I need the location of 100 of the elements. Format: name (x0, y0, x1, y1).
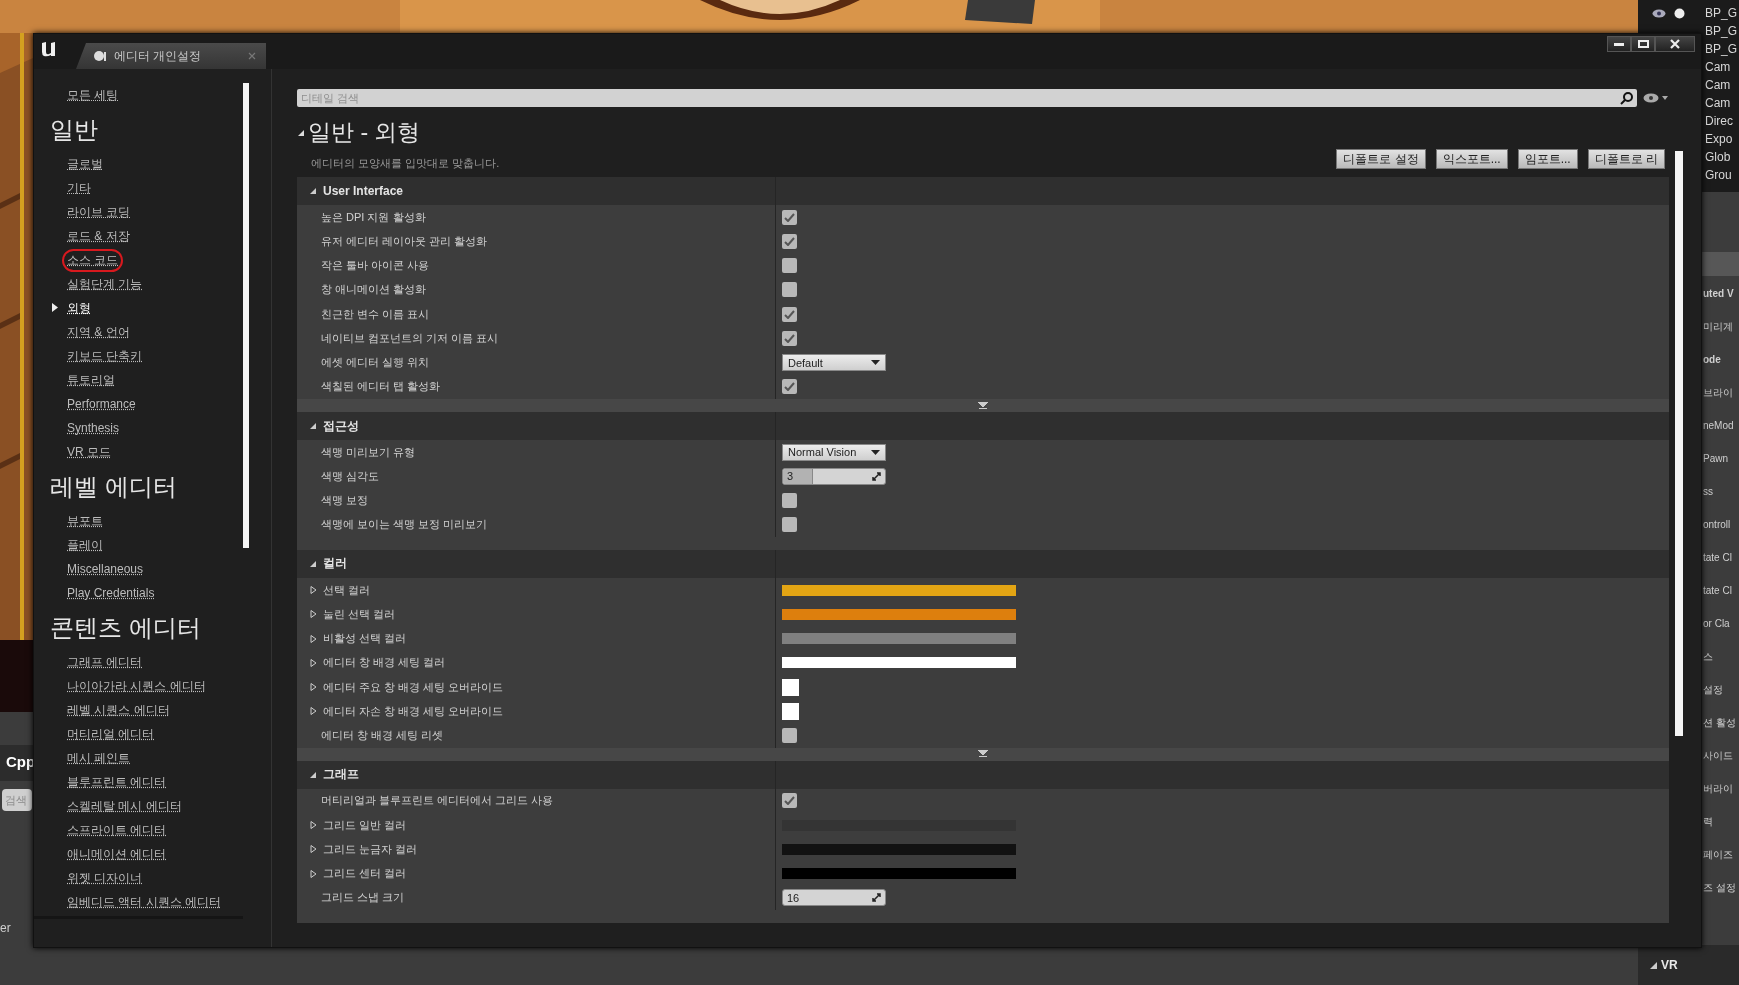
outliner-item[interactable]: Cam (1705, 60, 1739, 74)
color-swatch[interactable] (782, 702, 799, 720)
sidebar-link[interactable]: 블루프린트 에디터 (62, 770, 172, 794)
checkbox[interactable] (782, 793, 797, 809)
toolbar-button[interactable]: 디폴트로 리 (1587, 149, 1665, 169)
color-bar[interactable] (782, 657, 1016, 669)
number-spinner[interactable]: 3 (782, 467, 886, 485)
property-label: 그리드 일반 컬러 (323, 817, 407, 833)
sidebar-link[interactable]: 지역 & 언어 (62, 320, 135, 344)
collapse-triangle-icon[interactable] (309, 186, 317, 195)
toolbar-button[interactable]: 익스포트... (1435, 149, 1508, 169)
sidebar-link[interactable]: 외형 (62, 296, 96, 320)
expand-triangle-icon[interactable] (309, 586, 317, 594)
sidebar-link[interactable]: 그래프 에디터 (62, 650, 148, 674)
color-bar[interactable] (782, 584, 1016, 596)
collapse-triangle-icon[interactable] (309, 422, 317, 430)
sidebar-link[interactable]: 라이브 코딩 (62, 200, 136, 224)
sidebar-link[interactable]: Performance (62, 394, 141, 414)
checkbox[interactable] (782, 379, 797, 395)
expand-triangle-icon[interactable] (309, 869, 317, 878)
sidebar-link[interactable]: 소스 코드 (62, 248, 124, 272)
number-spinner[interactable]: 16 (782, 889, 886, 907)
outliner-item[interactable]: BP_G (1705, 6, 1739, 20)
sidebar-link[interactable]: 실험단계 기능 (62, 272, 148, 296)
checkbox[interactable] (782, 306, 797, 322)
toolbar-button[interactable]: 임포트... (1517, 149, 1578, 169)
collapse-triangle-icon[interactable] (309, 559, 317, 568)
sidebar-link[interactable]: 스켈레탈 메시 에디터 (62, 794, 187, 818)
collapse-triangle-icon[interactable] (309, 770, 317, 779)
outliner-item[interactable]: Glob (1705, 150, 1739, 164)
eye-icon[interactable] (1652, 8, 1666, 18)
sidebar-link[interactable]: Synthesis (62, 418, 125, 438)
outliner-item[interactable]: Expo (1705, 132, 1739, 146)
search-field[interactable]: 디테일 검색 (297, 89, 1637, 107)
sidebar-link[interactable]: 스프라이트 에디터 (62, 818, 172, 842)
sidebar-link[interactable]: 튜토리얼 (62, 368, 120, 392)
collapse-triangle-icon[interactable] (1650, 961, 1657, 969)
expand-triangle-icon[interactable] (309, 821, 317, 830)
dropdown[interactable]: Default (782, 354, 886, 372)
checkbox[interactable] (782, 233, 797, 249)
sidebar-link[interactable]: Miscellaneous (62, 559, 149, 579)
sidebar-link[interactable]: 키보드 단축키 (62, 344, 148, 368)
sidebar-link[interactable]: 위젯 디자이너 (62, 866, 148, 890)
sidebar-link[interactable]: 뷰포트 (62, 509, 108, 533)
outliner-item[interactable]: Direc (1705, 114, 1739, 128)
checkbox[interactable] (782, 728, 797, 744)
expand-arrow-icon[interactable] (978, 401, 988, 410)
checkbox[interactable] (782, 517, 797, 533)
sidebar-link[interactable]: 글로벌 (62, 152, 108, 176)
sidebar-link[interactable]: 나이아가라 시퀀스 에디터 (62, 674, 211, 698)
eye-icon[interactable] (1643, 93, 1669, 103)
sidebar-link[interactable]: 로드 & 저장 (62, 224, 135, 248)
sidebar-link[interactable]: Play Credentials (62, 583, 160, 603)
expand-triangle-icon[interactable] (309, 845, 317, 854)
maximize-button[interactable] (1631, 36, 1655, 52)
checkbox[interactable] (782, 282, 797, 298)
outliner-item[interactable]: Cam (1705, 78, 1739, 92)
checkbox[interactable] (782, 258, 797, 274)
color-bar[interactable] (782, 608, 1016, 620)
scrollbar-thumb[interactable] (243, 83, 249, 548)
sidebar-link[interactable]: 메시 페인트 (62, 746, 136, 770)
expand-triangle-icon[interactable] (309, 707, 317, 716)
sidebar-link[interactable]: 레벨 시퀀스 에디터 (62, 698, 175, 722)
checkbox[interactable] (782, 493, 797, 509)
section-title[interactable]: 접근성 (323, 417, 359, 435)
section-title[interactable]: User Interface (323, 183, 404, 198)
property-label: 친근한 변수 이름 표시 (321, 306, 430, 322)
checkbox[interactable] (782, 330, 797, 346)
color-bar[interactable] (782, 843, 1016, 855)
expand-triangle-icon[interactable] (309, 610, 317, 619)
toolbar-button[interactable]: 디폴트로 설정 (1336, 149, 1426, 169)
dropdown[interactable]: Normal Vision (782, 443, 886, 461)
collapse-triangle-icon[interactable] (297, 128, 305, 137)
checkbox[interactable] (782, 209, 797, 225)
outliner-item[interactable]: BP_G (1705, 24, 1739, 38)
search-icon[interactable] (1620, 92, 1633, 105)
outliner-item[interactable]: BP_G (1705, 42, 1739, 56)
outliner-item[interactable]: Cam (1705, 96, 1739, 110)
color-swatch[interactable] (782, 678, 799, 696)
minimize-button[interactable] (1607, 36, 1631, 52)
sidebar-link[interactable]: 임베디드 액터 시퀀스 에디터 (62, 890, 226, 914)
selected-arrow-icon (52, 303, 58, 312)
color-bar[interactable] (782, 633, 1016, 645)
expand-triangle-icon[interactable] (309, 658, 317, 667)
sidebar-link[interactable]: 플레이 (62, 533, 108, 557)
sidebar-link[interactable]: 모든 세팅 (62, 83, 124, 107)
color-bar[interactable] (782, 868, 1016, 880)
close-button[interactable] (1655, 36, 1695, 52)
window-tab[interactable]: 에디터 개인설정 (76, 43, 266, 69)
sidebar-link[interactable]: 머티리얼 에디터 (62, 722, 160, 746)
sidebar-link[interactable]: 애니메이션 에디터 (62, 842, 172, 866)
section-title[interactable]: 그래프 (323, 766, 359, 784)
scrollbar-thumb[interactable] (1675, 151, 1683, 736)
section-title[interactable]: 컬러 (323, 555, 347, 573)
sidebar-link[interactable]: VR 모드 (62, 440, 116, 464)
expand-arrow-icon[interactable] (978, 750, 988, 759)
sidebar-link[interactable]: 기타 (62, 176, 96, 200)
expand-triangle-icon[interactable] (309, 683, 317, 692)
expand-triangle-icon[interactable] (309, 634, 317, 643)
outliner-item[interactable]: Grou (1705, 168, 1739, 182)
